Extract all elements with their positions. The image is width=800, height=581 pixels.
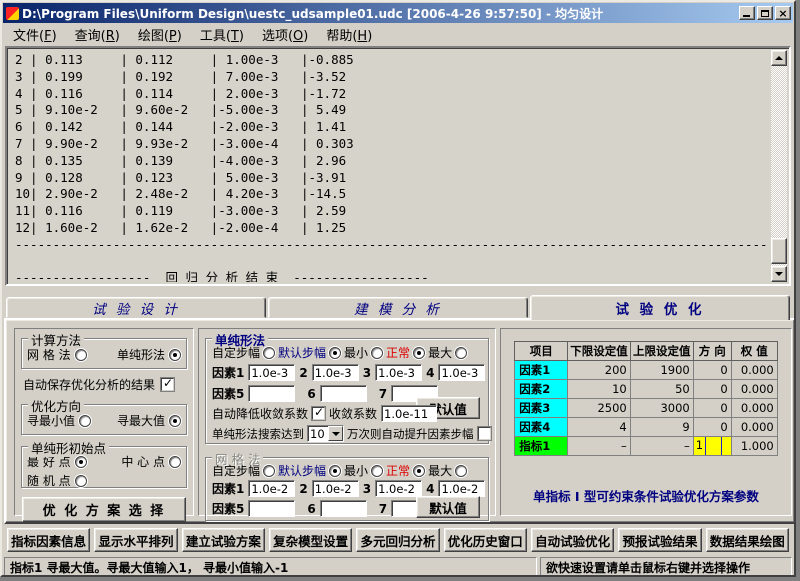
- tab-experiment-design[interactable]: 试 验 设 计: [6, 297, 266, 318]
- edit-cursor: [706, 437, 722, 455]
- radio-grid-step-min[interactable]: [371, 465, 383, 477]
- radio-random-point[interactable]: [75, 475, 87, 487]
- search-count-dropdown[interactable]: 10: [307, 425, 344, 442]
- simplex-factor-4-input[interactable]: [438, 364, 485, 381]
- menu-file[interactable]: 文件(F): [4, 24, 66, 45]
- app-window: D:\Program Files\Uniform Design\uestc_ud…: [0, 0, 796, 577]
- auto-raise-step-checkbox[interactable]: [478, 427, 491, 440]
- direction-edit-cell[interactable]: 1: [693, 437, 731, 456]
- table-row-factor-4: 因素4 4 9 0 0.000: [515, 418, 778, 437]
- scheme-caption: 单指标 I 型可约束条件试验优化方案参数: [501, 486, 791, 505]
- arrow-down-icon: [775, 272, 783, 276]
- btn-indicator-factor-info[interactable]: 指标因素信息: [7, 528, 90, 552]
- chevron-down-icon[interactable]: [328, 426, 343, 441]
- minimize-icon: [743, 15, 750, 17]
- table-row-indicator-1: 指标1 – – 1 1.000: [515, 437, 778, 456]
- grid-factor-3-input[interactable]: [375, 480, 422, 497]
- grid-method-group: 网 格 法 自定步幅 默认步幅 最小 正常 最大 因素1 2 3: [205, 457, 489, 521]
- btn-multi-regression-analysis[interactable]: 多元回归分析: [356, 528, 439, 552]
- arrow-up-icon: [775, 56, 783, 60]
- optimization-plan-select-button[interactable]: 优 化 方 案 选 择: [22, 497, 186, 522]
- btn-data-results-plot[interactable]: 数据结果绘图: [706, 528, 789, 552]
- radio-grid-method[interactable]: [75, 349, 87, 361]
- radio-simplex-step-min[interactable]: [371, 347, 383, 359]
- window-title: D:\Program Files\Uniform Design\uestc_ud…: [22, 5, 739, 22]
- radio-simplex-method[interactable]: [169, 349, 181, 361]
- table-header-row: 项目 下限设定值 上限设定值 方 向 权 值: [515, 342, 778, 361]
- app-icon: [6, 7, 19, 20]
- simplex-factor-5-input[interactable]: [248, 385, 295, 402]
- scrollbar-thumb[interactable]: [771, 238, 787, 264]
- radio-grid-default-step[interactable]: [329, 465, 341, 477]
- radio-simplex-step-max[interactable]: [455, 347, 467, 359]
- table-row-factor-1: 因素1 200 1900 0 0.000: [515, 361, 778, 380]
- tab-experiment-optimization[interactable]: 试 验 优 化: [530, 295, 790, 320]
- left-options-panel: 计算方法 网 格 法 单纯形法 自动保存优化分析的结果 优化方向 寻最小值: [14, 328, 194, 516]
- radio-grid-custom-step[interactable]: [263, 465, 275, 477]
- grid-factor-4-input[interactable]: [438, 480, 485, 497]
- step-settings-panel: 单纯形法 自定步幅 默认步幅 最小 正常 最大 因素1 2 3: [198, 328, 496, 516]
- menu-query[interactable]: 查询(R): [66, 24, 129, 45]
- btn-optimization-history-window[interactable]: 优化历史窗口: [444, 528, 527, 552]
- tab-modeling-analysis[interactable]: 建 模 分 析: [268, 297, 528, 318]
- tab-strip: 试 验 设 计 建 模 分 析 试 验 优 化: [6, 293, 790, 318]
- converge-coefficient-input[interactable]: [381, 405, 437, 422]
- simplex-factor-3-input[interactable]: [375, 364, 422, 381]
- menu-tools[interactable]: 工具(T): [191, 24, 253, 45]
- table-row-factor-3: 因素3 2500 3000 0 0.000: [515, 399, 778, 418]
- menu-plot[interactable]: 绘图(P): [129, 24, 191, 45]
- bottom-button-bar: 指标因素信息 显示水平排列 建立试验方案 复杂模型设置 多元回归分析 优化历史窗…: [5, 528, 791, 553]
- btn-create-experiment-plan[interactable]: 建立试验方案: [182, 528, 265, 552]
- close-button[interactable]: ×: [775, 6, 791, 20]
- grid-default-values-button[interactable]: 默认值: [416, 496, 480, 518]
- status-message: 指标1 寻最大值。寻最大值输入1， 寻最小值输入-1: [4, 557, 537, 576]
- btn-complex-model-settings[interactable]: 复杂模型设置: [269, 528, 352, 552]
- scroll-down-button[interactable]: [771, 266, 787, 282]
- auto-converge-checkbox[interactable]: [312, 407, 325, 420]
- grid-factor-5-input[interactable]: [248, 500, 295, 517]
- grid-factor-2-input[interactable]: [312, 480, 359, 497]
- radio-grid-step-max[interactable]: [455, 465, 467, 477]
- btn-show-level-arrangement[interactable]: 显示水平排列: [94, 528, 177, 552]
- simplex-initial-point-group: 单纯形初始点 最 好 点 中 心 点 随 机 点: [21, 446, 187, 488]
- regression-output-text: 2 | 0.113 | 0.112 | 1.00e-3 |-0.885 3 | …: [9, 50, 771, 282]
- simplex-factor-6-input[interactable]: [320, 385, 367, 402]
- radio-seek-maximum[interactable]: [169, 415, 181, 427]
- calc-method-group: 计算方法 网 格 法 单纯形法: [21, 338, 187, 369]
- menu-options[interactable]: 选项(O): [253, 24, 317, 45]
- grid-factor-6-input[interactable]: [320, 500, 367, 517]
- optimization-params-table: 项目 下限设定值 上限设定值 方 向 权 值 因素1 200 1900 0 0.…: [514, 341, 778, 456]
- vertical-scrollbar[interactable]: [771, 50, 787, 282]
- maximize-icon: [761, 10, 769, 17]
- maximize-button[interactable]: [757, 6, 773, 20]
- radio-simplex-default-step[interactable]: [329, 347, 341, 359]
- regression-output-area: 2 | 0.113 | 0.112 | 1.00e-3 |-0.885 3 | …: [5, 46, 791, 286]
- menu-bar: 文件(F) 查询(R) 绘图(P) 工具(T) 选项(O) 帮助(H): [4, 24, 792, 45]
- table-row-factor-2: 因素2 10 50 0 0.000: [515, 380, 778, 399]
- menu-help[interactable]: 帮助(H): [317, 24, 381, 45]
- scroll-up-button[interactable]: [771, 50, 787, 66]
- optimization-tab-page: 计算方法 网 格 法 单纯形法 自动保存优化分析的结果 优化方向 寻最小值: [4, 318, 796, 524]
- btn-auto-experiment-optimize[interactable]: 自动试验优化: [531, 528, 614, 552]
- title-bar[interactable]: D:\Program Files\Uniform Design\uestc_ud…: [3, 3, 793, 23]
- radio-center-point[interactable]: [169, 456, 181, 468]
- autosave-checkbox[interactable]: [161, 378, 174, 391]
- parameters-panel: 项目 下限设定值 上限设定值 方 向 权 值 因素1 200 1900 0 0.…: [500, 328, 792, 516]
- simplex-factor-2-input[interactable]: [312, 364, 359, 381]
- minimize-button[interactable]: [739, 6, 755, 20]
- radio-simplex-step-normal[interactable]: [413, 347, 425, 359]
- status-hint: 欲快速设置请单击鼠标右键并选择操作: [540, 557, 792, 576]
- status-bar: 指标1 寻最大值。寻最大值输入1， 寻最小值输入-1 欲快速设置请单击鼠标右键并…: [4, 557, 792, 576]
- btn-predict-experiment-results[interactable]: 预报试验结果: [618, 528, 701, 552]
- radio-grid-step-normal[interactable]: [413, 465, 425, 477]
- optimize-direction-group: 优化方向 寻最小值 寻最大值: [21, 404, 187, 435]
- simplex-method-group: 单纯形法 自定步幅 默认步幅 最小 正常 最大 因素1 2 3: [205, 338, 489, 444]
- grid-factor-1-input[interactable]: [248, 480, 295, 497]
- radio-simplex-custom-step[interactable]: [263, 347, 275, 359]
- radio-seek-minimum[interactable]: [79, 415, 91, 427]
- radio-best-point[interactable]: [75, 456, 87, 468]
- simplex-factor-1-input[interactable]: [248, 364, 295, 381]
